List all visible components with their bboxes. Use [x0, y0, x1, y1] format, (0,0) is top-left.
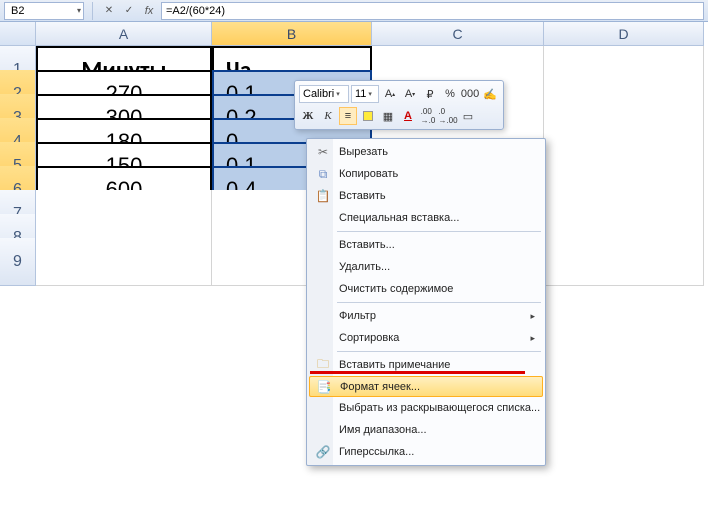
accept-formula-button[interactable]: ✓ [121, 3, 137, 19]
shrink-font-button[interactable]: A▾ [401, 85, 419, 103]
menu-copy-label: Копировать [339, 168, 398, 180]
separator [337, 351, 541, 352]
blank-icon [313, 259, 333, 275]
annotation-underline [310, 371, 525, 374]
increase-decimal-button[interactable]: .0→.00 [439, 107, 457, 125]
italic-button[interactable]: К [319, 107, 337, 125]
fill-color-button[interactable] [359, 107, 377, 125]
menu-paste-label: Вставить [339, 190, 386, 202]
mini-toolbar: Calibri 11 A▴ A▾ ₽ % 000 ✍ Ж К ≡ ▦ А .00… [294, 80, 504, 130]
paste-icon: 📋 [313, 188, 333, 204]
font-color-button[interactable]: А [399, 107, 417, 125]
select-all-corner[interactable] [0, 22, 36, 46]
scissors-icon: ✂ [313, 144, 333, 160]
grow-font-button[interactable]: A▴ [381, 85, 399, 103]
hyperlink-icon: 🔗 [313, 444, 333, 460]
menu-name-range[interactable]: Имя диапазона... [309, 419, 543, 441]
col-header-A[interactable]: A [36, 22, 212, 46]
accounting-format-button[interactable]: ₽ [421, 85, 439, 103]
formula-input[interactable]: =A2/(60*24) [161, 2, 704, 20]
name-box[interactable]: B2 [4, 2, 84, 20]
align-center-button[interactable]: ≡ [339, 107, 357, 125]
menu-clear-label: Очистить содержимое [339, 283, 453, 295]
separator [337, 231, 541, 232]
menu-insert-label: Вставить... [339, 239, 395, 251]
menu-picklist-label: Выбрать из раскрывающегося списка... [339, 402, 540, 414]
separator [337, 302, 541, 303]
context-menu: ✂ Вырезать ⧉ Копировать 📋 Вставить Специаль… [306, 138, 546, 466]
formula-bar: B2 ✕ ✓ fx =A2/(60*24) [0, 0, 708, 22]
menu-pick-from-list[interactable]: Выбрать из раскрывающегося списка... [309, 397, 543, 419]
fx-button[interactable]: fx [141, 3, 157, 19]
menu-sort-label: Сортировка [339, 332, 399, 344]
format-cells-icon: 📑 [314, 379, 334, 395]
merge-button[interactable]: ▭ [459, 107, 477, 125]
menu-cut-label: Вырезать [339, 146, 388, 158]
blank-icon [313, 281, 333, 297]
menu-hyperlink-label: Гиперссылка... [339, 446, 414, 458]
blank-icon [313, 210, 333, 226]
menu-insert[interactable]: Вставить... [309, 234, 543, 256]
menu-filter[interactable]: Фильтр [309, 305, 543, 327]
format-painter-button[interactable]: ✍ [481, 85, 499, 103]
menu-format-cells[interactable]: 📑 Формат ячеек... [309, 376, 543, 397]
menu-delete-label: Удалить... [339, 261, 390, 273]
blank-icon [313, 422, 333, 438]
cancel-formula-button[interactable]: ✕ [101, 3, 117, 19]
menu-paste-special[interactable]: Специальная вставка... [309, 207, 543, 229]
borders-button[interactable]: ▦ [379, 107, 397, 125]
col-header-B[interactable]: B [212, 22, 372, 46]
blank-icon [313, 400, 333, 416]
menu-name-range-label: Имя диапазона... [339, 424, 427, 436]
menu-filter-label: Фильтр [339, 310, 376, 322]
col-header-C[interactable]: C [372, 22, 544, 46]
blank-icon [313, 237, 333, 253]
menu-paste-special-label: Специальная вставка... [339, 212, 459, 224]
comma-format-button[interactable]: 000 [461, 85, 479, 103]
bold-button[interactable]: Ж [299, 107, 317, 125]
menu-cut[interactable]: ✂ Вырезать [309, 141, 543, 163]
menu-copy[interactable]: ⧉ Копировать [309, 163, 543, 185]
separator [92, 2, 93, 20]
menu-paste[interactable]: 📋 Вставить [309, 185, 543, 207]
menu-format-cells-label: Формат ячеек... [340, 381, 420, 393]
menu-hyperlink[interactable]: 🔗 Гиперссылка... [309, 441, 543, 463]
menu-comment-label: Вставить примечание [339, 359, 450, 371]
blank-icon [313, 330, 333, 346]
font-selector[interactable]: Calibri [299, 85, 349, 103]
col-header-D[interactable]: D [544, 22, 704, 46]
copy-icon: ⧉ [313, 166, 333, 182]
percent-format-button[interactable]: % [441, 85, 459, 103]
menu-sort[interactable]: Сортировка [309, 327, 543, 349]
menu-clear-contents[interactable]: Очистить содержимое [309, 278, 543, 300]
row-header-9[interactable]: 9 [0, 238, 36, 286]
blank-icon [313, 308, 333, 324]
cell-A9[interactable] [36, 238, 212, 286]
cell-D9[interactable] [544, 238, 704, 286]
font-size-selector[interactable]: 11 [351, 85, 379, 103]
decrease-decimal-button[interactable]: .00→.0 [419, 107, 437, 125]
menu-delete[interactable]: Удалить... [309, 256, 543, 278]
